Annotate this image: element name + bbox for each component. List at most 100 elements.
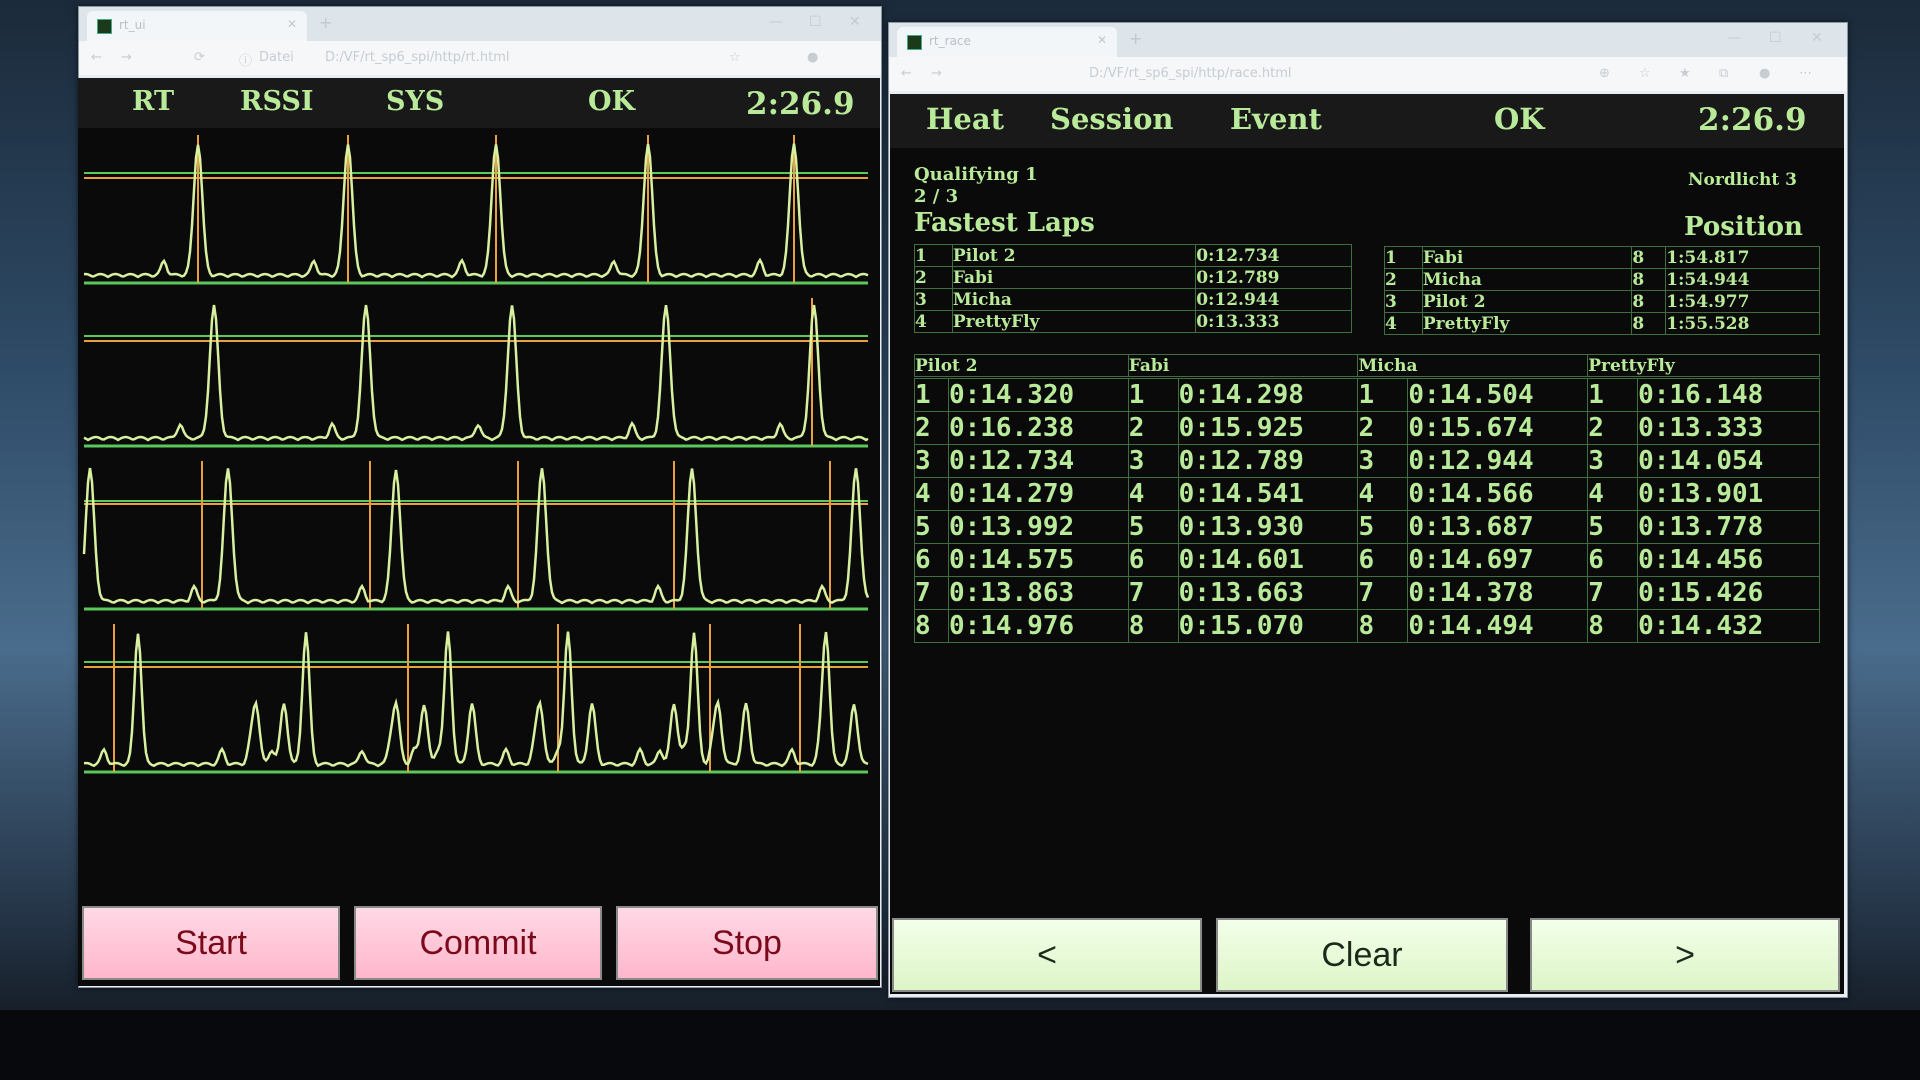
browser-tab[interactable]: rt_ui ✕ [87,11,307,41]
forward-icon[interactable]: → [931,66,942,81]
address-bar[interactable]: ← → ⟳ ⓘ Datei D:/VF/rt_sp6_spi/http/rt.h… [79,41,881,75]
minimize-icon[interactable]: — [769,14,783,30]
time-cell: 0:13.333 [1195,310,1352,333]
lap-time-cell: 0:12.734 [947,444,1129,478]
laps-count-cell: 8 [1631,246,1667,269]
tab-rt[interactable]: RT [132,86,174,117]
tab-event[interactable]: Event [1230,102,1322,136]
lap-time-cell: 0:13.333 [1637,411,1820,445]
window-close-icon[interactable]: ✕ [849,14,861,30]
collections-icon[interactable]: ⧉ [1719,66,1728,81]
star-icon[interactable]: ☆ [1639,66,1651,81]
tab-title: rt_race [929,34,971,48]
lap-time-cell: 0:13.687 [1407,510,1589,544]
lap-number-cell: 5 [1127,510,1179,544]
commit-button[interactable]: Commit [354,906,602,980]
lap-number-cell: 4 [914,477,949,511]
lap-row: 1 0:14.320 1 0:14.298 1 0:14.504 1 0:16.148 [914,378,1820,412]
maximize-icon[interactable]: ☐ [809,14,822,30]
tab-rssi[interactable]: RSSI [240,86,313,117]
lap-number-cell: 7 [1357,576,1409,610]
lap-row: 6 0:14.575 6 0:14.601 6 0:14.697 6 0:14.456 [914,543,1820,577]
lap-number-cell: 7 [914,576,949,610]
position-row: 2 Micha 8 1:54.944 [1384,268,1820,291]
position-table: 1 Fabi 8 1:54.817 2 Micha 8 1:54.944 3 Pilot 2 8 1:… [1384,246,1820,335]
tab-session[interactable]: Session [1050,102,1174,136]
profile-icon[interactable]: ● [1759,66,1770,81]
lap-number-cell: 2 [1357,411,1409,445]
clear-button[interactable]: Clear [1216,918,1508,992]
timer: 2:26.9 [746,86,855,122]
start-button[interactable]: Start [82,906,340,980]
minimize-icon[interactable]: — [1727,30,1741,46]
lap-time-cell: 0:14.494 [1407,609,1589,643]
status-ok: OK [1494,102,1545,136]
total-time-cell: 1:54.977 [1665,290,1820,313]
lap-number-cell: 6 [1127,543,1179,577]
lap-time-cell: 0:14.976 [947,609,1129,643]
profile-icon[interactable]: ● [807,50,818,65]
favorites-icon[interactable]: ★ [1679,66,1691,81]
window-close-icon[interactable]: ✕ [1811,30,1823,46]
lap-time-cell: 0:14.320 [947,378,1129,412]
lap-number-cell: 5 [1357,510,1409,544]
back-icon[interactable]: ← [901,66,912,81]
lap-number-cell: 4 [1587,477,1639,511]
maximize-icon[interactable]: ☐ [1769,30,1782,46]
lap-time-cell: 0:13.863 [947,576,1129,610]
new-tab-icon[interactable]: + [319,13,332,32]
back-icon[interactable]: ← [91,50,102,65]
lap-time-cell: 0:13.663 [1177,576,1359,610]
rank-cell: 4 [1384,312,1423,335]
lap-time-cell: 0:14.504 [1407,378,1589,412]
lap-time-cell: 0:14.575 [947,543,1129,577]
lap-time-cell: 0:13.930 [1177,510,1359,544]
close-tab-icon[interactable]: ✕ [1097,33,1107,47]
time-cell: 0:12.789 [1195,266,1352,289]
info-icon: ⓘ [239,54,253,69]
reload-icon[interactable]: ⟳ [194,50,205,65]
browser-tab[interactable]: rt_race ✕ [897,27,1117,57]
lap-time-cell: 0:12.789 [1177,444,1359,478]
lap-number-cell: 6 [914,543,949,577]
venue-label: Nordlicht 3 [1688,170,1797,190]
lap-row: 3 0:12.734 3 0:12.789 3 0:12.944 3 0:14.054 [914,444,1820,478]
rank-cell: 2 [914,266,953,289]
close-tab-icon[interactable]: ✕ [287,17,297,31]
lap-row: 7 0:13.863 7 0:13.663 7 0:14.378 7 0:15.426 [914,576,1820,610]
forward-icon[interactable]: → [121,50,132,65]
pilot-cell: Fabi [1421,246,1633,269]
laps-count-cell: 8 [1631,290,1667,313]
rank-cell: 1 [914,244,953,267]
lap-number-cell: 8 [1587,609,1639,643]
lap-time-cell: 0:13.901 [1637,477,1820,511]
zoom-icon[interactable]: ⊕ [1599,66,1610,81]
address-url[interactable]: D:/VF/rt_sp6_spi/http/rt.html [325,50,510,65]
lap-number-cell: 6 [1587,543,1639,577]
lap-number-cell: 1 [1357,378,1409,412]
fastest-lap-row: 3 Micha 0:12.944 [914,288,1352,311]
next-button[interactable]: > [1530,918,1840,992]
fastest-lap-row: 2 Fabi 0:12.789 [914,266,1352,289]
timer: 2:26.9 [1698,102,1807,138]
lap-time-cell: 0:15.925 [1177,411,1359,445]
pilot-header-row: Pilot 2 Fabi Micha PrettyFly [914,354,1820,377]
prev-button[interactable]: < [892,918,1202,992]
tab-sys[interactable]: SYS [386,86,444,117]
lap-time-cell: 0:14.541 [1177,477,1359,511]
rssi-trace [83,304,869,442]
menu-icon[interactable]: ⋯ [1799,66,1812,81]
new-tab-icon[interactable]: + [1129,29,1142,48]
address-bar[interactable]: ← → D:/VF/rt_sp6_spi/http/race.html ⊕ ☆ … [889,57,1847,91]
address-url[interactable]: D:/VF/rt_sp6_spi/http/race.html [1089,66,1292,81]
pilot-cell: Pilot 2 [1421,290,1633,313]
position-row: 1 Fabi 8 1:54.817 [1384,246,1820,269]
lap-time-cell: 0:12.944 [1407,444,1589,478]
tab-strip: rt_ui ✕ + — ☐ ✕ [79,7,881,41]
lap-time-cell: 0:14.601 [1177,543,1359,577]
lap-number-cell: 2 [914,411,949,445]
stop-button[interactable]: Stop [616,906,878,980]
star-icon[interactable]: ☆ [729,50,741,65]
lap-number-cell: 2 [1127,411,1179,445]
tab-heat[interactable]: Heat [926,102,1004,136]
